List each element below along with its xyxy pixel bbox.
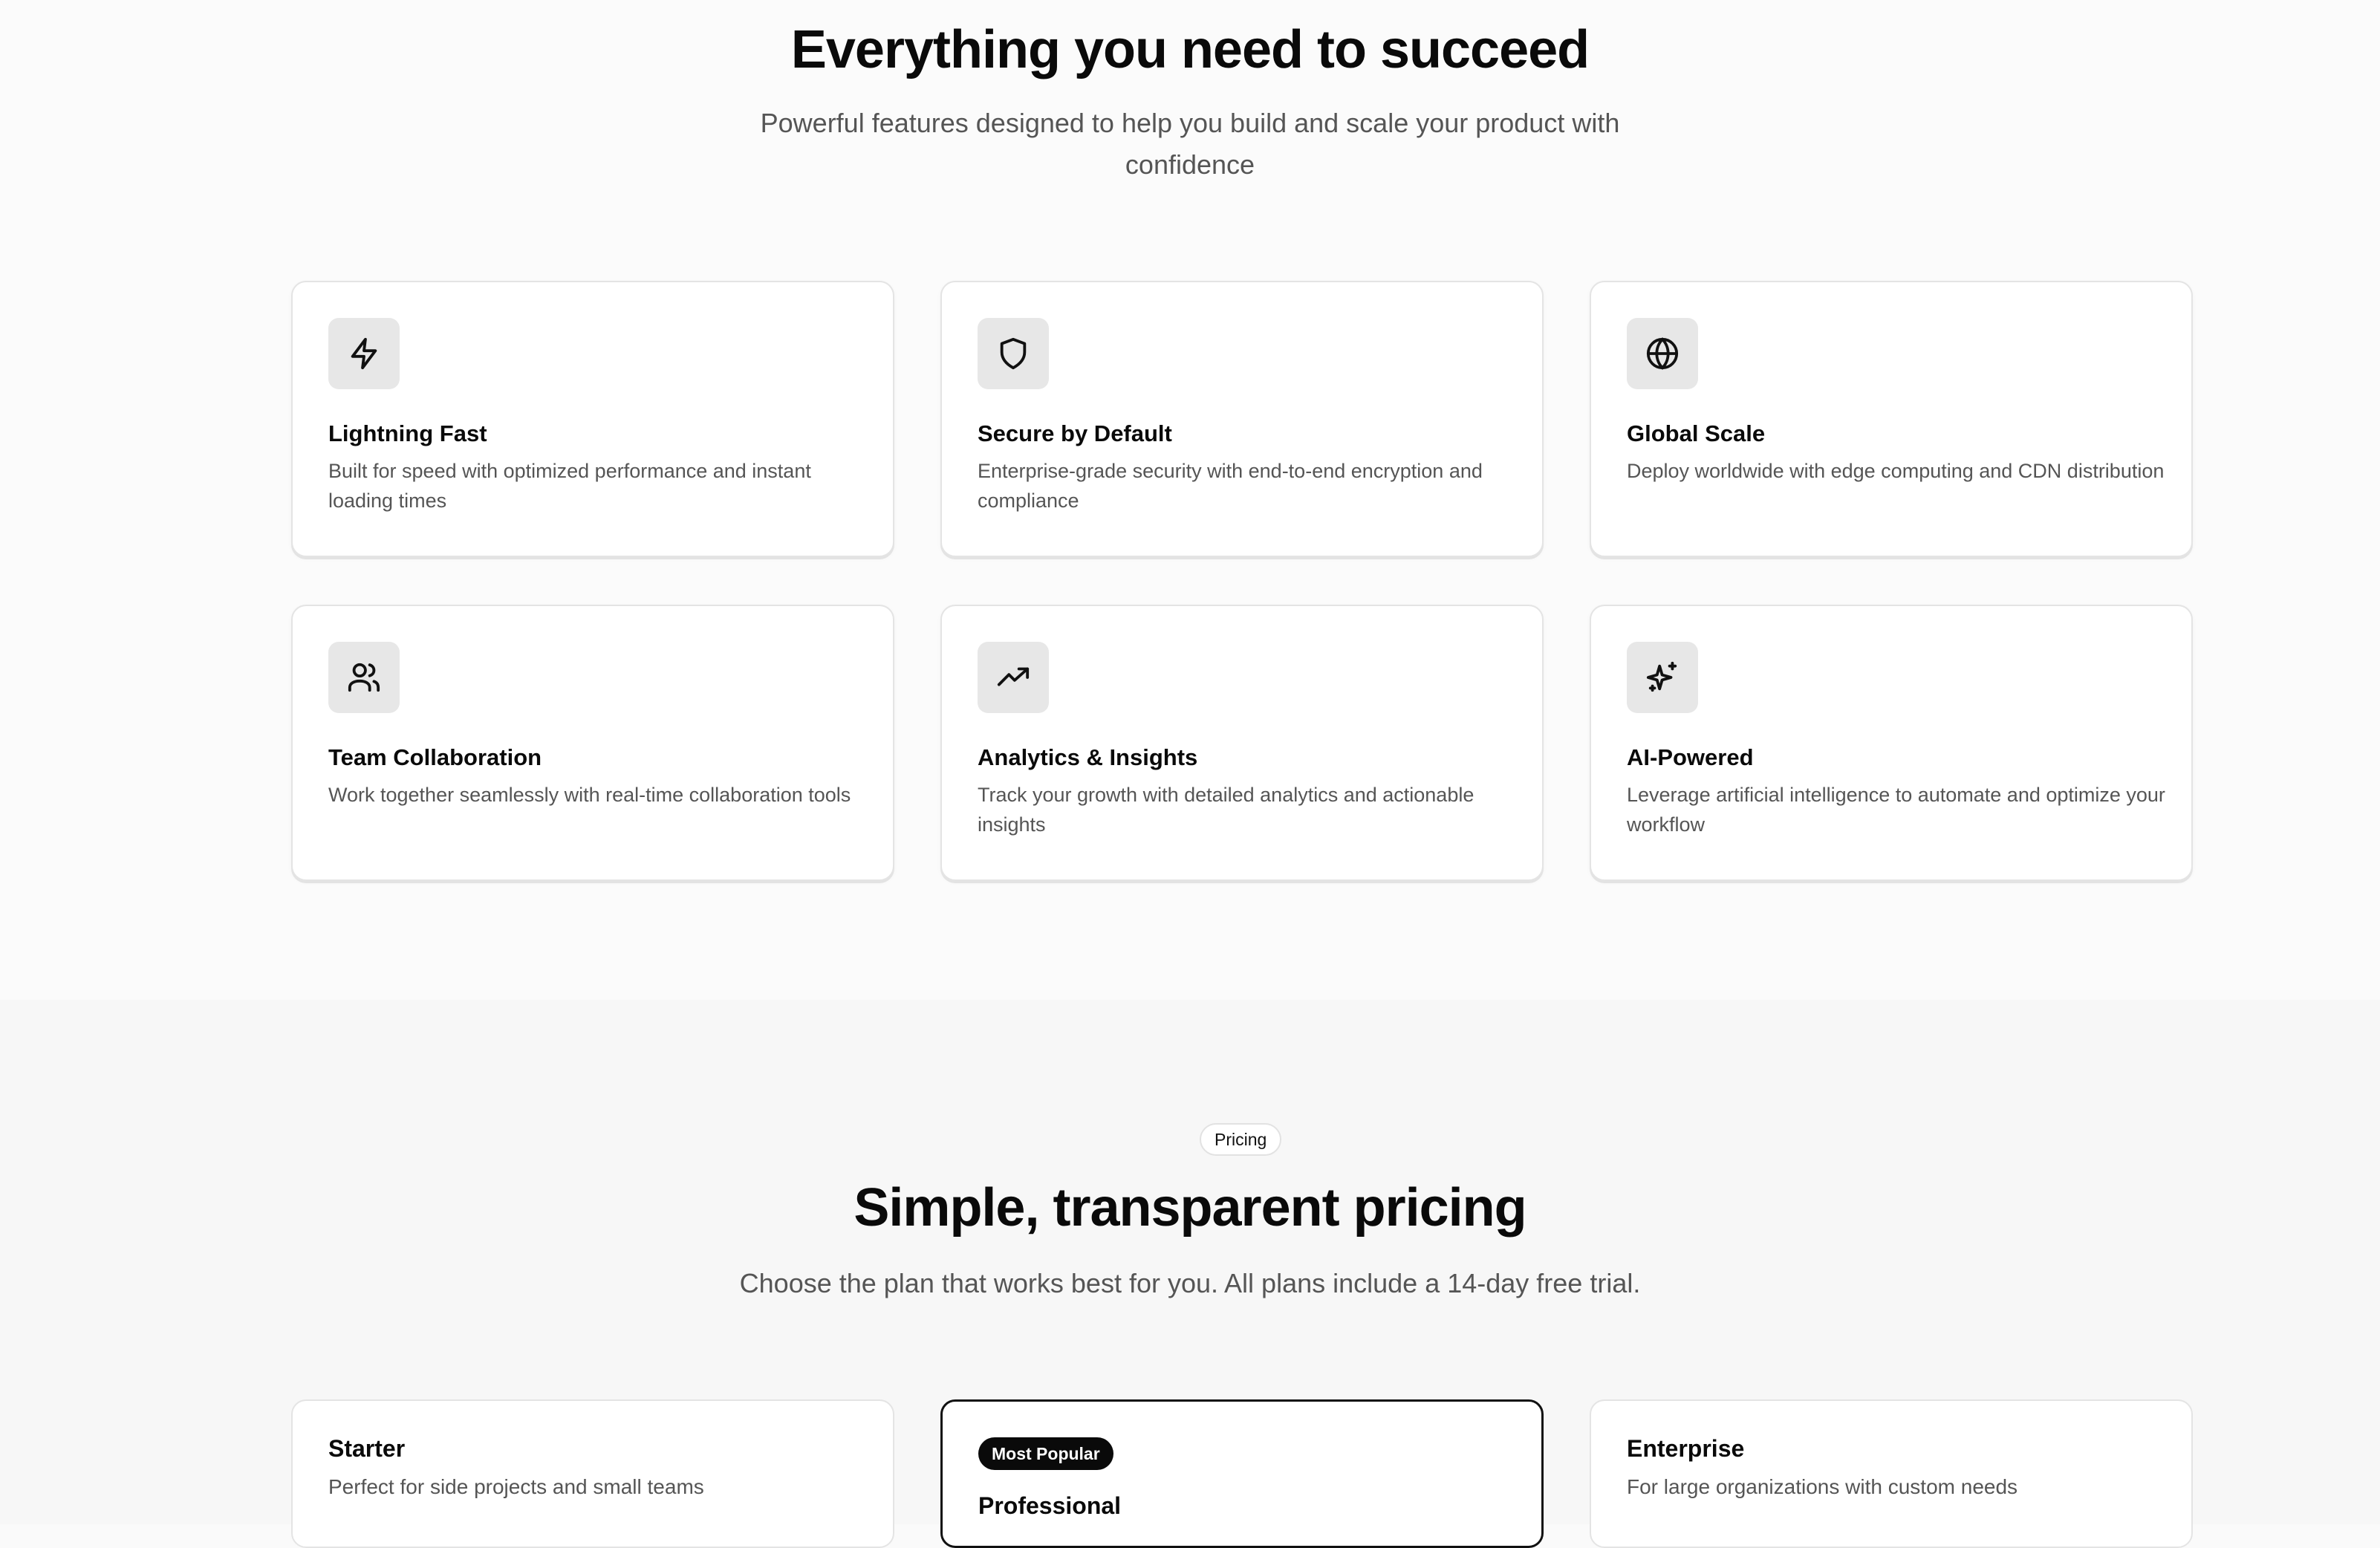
users-icon <box>328 642 400 713</box>
plan-description: Perfect for side projects and small team… <box>328 1475 704 1498</box>
pricing-pill: Pricing <box>1200 1123 1282 1156</box>
feature-card-description: Leverage artificial intelligence to auto… <box>1627 784 2165 836</box>
globe-icon <box>1627 318 1698 389</box>
pricing-card-professional: Most Popular Professional <box>940 1399 1544 1548</box>
feature-card-analytics-insights: Analytics & Insights Track your growth w… <box>940 605 1544 881</box>
feature-card-description: Work together seamlessly with real-time … <box>328 784 851 806</box>
feature-card-title: Secure by Default <box>978 420 1172 446</box>
sparkles-icon <box>1627 642 1698 713</box>
pricing-card-starter: Starter Perfect for side projects and sm… <box>291 1399 894 1548</box>
lightning-icon <box>328 318 400 389</box>
feature-card-description: Enterprise-grade security with end-to-en… <box>978 460 1483 512</box>
feature-card-title: AI-Powered <box>1627 744 1754 770</box>
features-subtitle-line1: Powerful features designed to help you b… <box>760 108 1620 138</box>
features-subtitle-line2: confidence <box>1125 149 1255 180</box>
feature-card-global-scale: Global Scale Deploy worldwide with edge … <box>1590 281 2193 557</box>
features-heading: Everything you need to succeed <box>790 20 1590 79</box>
feature-card-title: Analytics & Insights <box>978 744 1198 770</box>
feature-card-title: Lightning Fast <box>328 420 487 446</box>
pricing-card-enterprise: Enterprise For large organizations with … <box>1590 1399 2193 1548</box>
feature-card-description: Track your growth with detailed analytic… <box>978 784 1475 836</box>
plan-name: Starter <box>328 1435 406 1462</box>
trending-up-icon <box>978 642 1049 713</box>
features-section: Everything you need to succeed Powerful … <box>0 0 2380 1000</box>
features-subtitle: Powerful features designed to help you b… <box>743 103 1637 186</box>
feature-card-description: Deploy worldwide with edge computing and… <box>1627 460 2165 482</box>
pricing-heading: Simple, transparent pricing <box>854 1178 1526 1238</box>
feature-card-lightning-fast: Lightning Fast Built for speed with opti… <box>291 281 894 557</box>
plan-description: For large organizations with custom need… <box>1627 1475 2018 1498</box>
pricing-subtitle: Choose the plan that works best for you.… <box>739 1268 1641 1298</box>
most-popular-badge: Most Popular <box>978 1437 1113 1470</box>
feature-card-title: Team Collaboration <box>328 744 542 770</box>
plan-name: Professional <box>978 1492 1122 1519</box>
feature-card-description: Built for speed with optimized performan… <box>328 460 811 512</box>
feature-card-title: Global Scale <box>1627 420 1766 446</box>
feature-card-team-collaboration: Team Collaboration Work together seamles… <box>291 605 894 881</box>
plan-name: Enterprise <box>1627 1435 1745 1462</box>
feature-card-ai-powered: AI-Powered Leverage artificial intellige… <box>1590 605 2193 881</box>
feature-card-secure-by-default: Secure by Default Enterprise-grade secur… <box>940 281 1544 557</box>
shield-icon <box>978 318 1049 389</box>
